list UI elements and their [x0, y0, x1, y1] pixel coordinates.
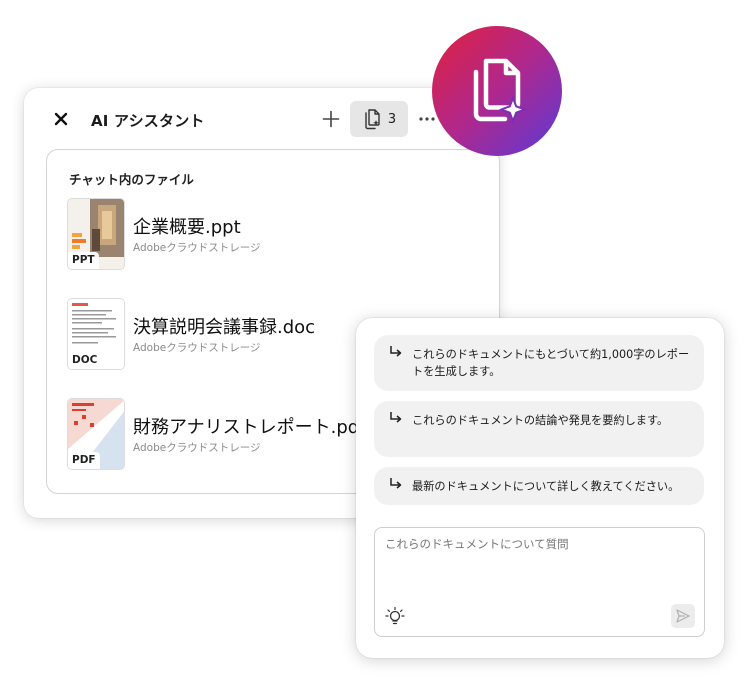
file-source: Adobeクラウドストレージ	[133, 342, 261, 354]
prompt-ideas-button[interactable]	[385, 606, 405, 628]
close-icon	[54, 112, 68, 126]
file-type-badge: PPT	[68, 252, 99, 269]
arrow-right-icon	[390, 412, 402, 423]
new-chat-button[interactable]	[318, 106, 344, 132]
chat-suggestions-panel: これらのドキュメントにもとづいて約1,000字のレポートを生成します。 これらの…	[356, 318, 724, 658]
files-icon	[365, 109, 380, 130]
arrow-right-icon	[390, 346, 402, 357]
send-icon	[676, 609, 690, 623]
suggestion-text: これらのドキュメントの結論や発見を要約します。	[412, 414, 669, 427]
chat-files-button[interactable]: 3	[350, 101, 408, 137]
file-thumbnail: PDF	[67, 398, 125, 470]
lightbulb-icon	[385, 606, 405, 625]
suggestion-latest-doc[interactable]: 最新のドキュメントについて詳しく教えてください。	[374, 467, 704, 505]
panel-header: AI アシスタント 3	[24, 88, 498, 152]
file-type-badge: DOC	[68, 352, 102, 369]
ai-documents-badge	[432, 26, 562, 156]
file-item-ppt[interactable]: PPT 企業概要.ppt Adobeクラウドストレージ	[67, 198, 487, 270]
plus-icon	[322, 110, 340, 128]
file-thumbnail: DOC	[67, 298, 125, 370]
file-name: 決算説明会議事録.doc	[133, 317, 316, 338]
send-button[interactable]	[671, 604, 695, 628]
file-type-badge: PDF	[68, 452, 100, 469]
suggestion-generate-report[interactable]: これらのドキュメントにもとづいて約1,000字のレポートを生成します。	[374, 335, 704, 391]
suggestion-summarize[interactable]: これらのドキュメントの結論や発見を要約します。	[374, 401, 704, 457]
question-input[interactable]	[385, 536, 695, 596]
arrow-right-icon	[390, 478, 402, 489]
close-button[interactable]	[50, 108, 72, 130]
file-name: 財務アナリストレポート.pdf	[133, 417, 366, 438]
suggestion-text: これらのドキュメントにもとづいて約1,000字のレポートを生成します。	[412, 348, 690, 378]
file-count: 3	[387, 111, 397, 127]
ai-documents-icon	[473, 58, 528, 124]
more-icon	[419, 117, 435, 121]
chat-input-box	[374, 527, 705, 637]
file-name: 企業概要.ppt	[133, 217, 241, 238]
files-list-title: チャット内のファイル	[69, 172, 194, 187]
file-source: Adobeクラウドストレージ	[133, 442, 261, 454]
suggestion-text: 最新のドキュメントについて詳しく教えてください。	[412, 480, 680, 493]
panel-title: AI アシスタント	[91, 112, 205, 130]
file-source: Adobeクラウドストレージ	[133, 242, 261, 254]
file-thumbnail: PPT	[67, 198, 125, 270]
